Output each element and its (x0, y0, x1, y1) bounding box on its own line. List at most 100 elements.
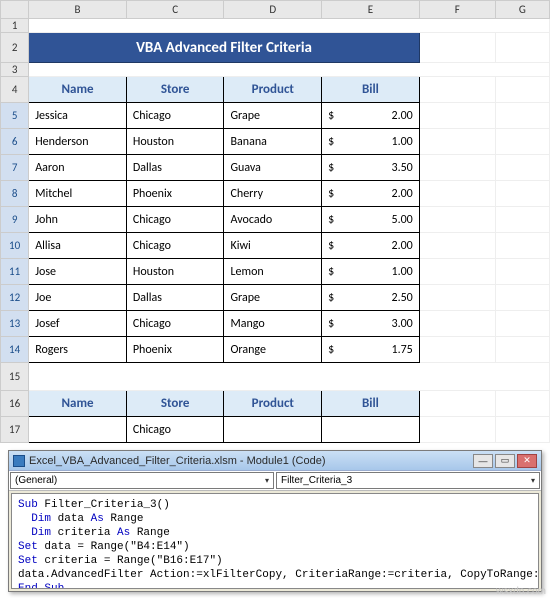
row-header[interactable]: 15 (1, 363, 29, 391)
col-header[interactable]: G (495, 1, 549, 19)
cell[interactable] (29, 363, 550, 391)
cell[interactable] (419, 337, 495, 363)
cell[interactable] (419, 417, 495, 443)
cell[interactable] (419, 285, 495, 311)
table-cell-store[interactable]: Chicago (126, 207, 224, 233)
table-cell-bill[interactable]: $1.00 (322, 129, 420, 155)
table-cell-bill[interactable]: $5.00 (322, 207, 420, 233)
table-cell-product[interactable]: Guava (224, 155, 322, 181)
row-header[interactable]: 7 (1, 155, 29, 181)
table-cell-name[interactable]: Mitchel (29, 181, 127, 207)
minimize-button[interactable]: — (473, 454, 493, 468)
cell[interactable] (29, 63, 550, 77)
row-header[interactable]: 16 (1, 391, 29, 417)
cell[interactable] (495, 33, 549, 63)
maximize-button[interactable]: ▭ (495, 454, 515, 468)
cell[interactable] (495, 77, 549, 103)
row-header[interactable]: 13 (1, 311, 29, 337)
code-editor[interactable]: Sub Filter_Criteria_3() Dim data As Rang… (11, 493, 539, 589)
row-header[interactable]: 17 (1, 417, 29, 443)
cell[interactable] (419, 259, 495, 285)
table-cell-product[interactable]: Grape (224, 285, 322, 311)
table-cell-name[interactable]: Aaron (29, 155, 127, 181)
cell[interactable] (419, 391, 495, 417)
table-cell-store[interactable]: Chicago (126, 311, 224, 337)
table-cell-product[interactable]: Avocado (224, 207, 322, 233)
table-cell-store[interactable]: Houston (126, 259, 224, 285)
table-cell-product[interactable]: Grape (224, 103, 322, 129)
row-header[interactable]: 12 (1, 285, 29, 311)
row-header[interactable]: 1 (1, 19, 29, 33)
spreadsheet[interactable]: B C D E F G 1 2 VBA Advanced Filter Crit… (0, 0, 550, 443)
table-cell-store[interactable]: Chicago (126, 103, 224, 129)
cell[interactable] (419, 311, 495, 337)
row-header[interactable]: 5 (1, 103, 29, 129)
criteria-cell-product[interactable] (224, 417, 322, 443)
cell[interactable] (495, 391, 549, 417)
cell[interactable] (419, 233, 495, 259)
table-cell-name[interactable]: John (29, 207, 127, 233)
table-cell-name[interactable]: Joe (29, 285, 127, 311)
cell[interactable] (419, 129, 495, 155)
criteria-cell-bill[interactable] (322, 417, 420, 443)
cell[interactable] (495, 311, 549, 337)
procedure-dropdown[interactable]: Filter_Criteria_3 ▾ (276, 472, 540, 489)
cell[interactable] (419, 181, 495, 207)
cell[interactable] (419, 103, 495, 129)
table-cell-name[interactable]: Henderson (29, 129, 127, 155)
cell[interactable] (419, 77, 495, 103)
cell[interactable] (495, 207, 549, 233)
table-cell-bill[interactable]: $3.50 (322, 155, 420, 181)
cell[interactable] (495, 155, 549, 181)
table-cell-name[interactable]: Jessica (29, 103, 127, 129)
table-cell-bill[interactable]: $2.00 (322, 103, 420, 129)
row-header[interactable]: 14 (1, 337, 29, 363)
table-cell-store[interactable]: Chicago (126, 233, 224, 259)
row-header[interactable]: 9 (1, 207, 29, 233)
table-cell-bill[interactable]: $1.75 (322, 337, 420, 363)
table-cell-store[interactable]: Dallas (126, 155, 224, 181)
table-cell-store[interactable]: Dallas (126, 285, 224, 311)
table-cell-bill[interactable]: $3.00 (322, 311, 420, 337)
table-cell-product[interactable]: Lemon (224, 259, 322, 285)
col-header[interactable]: C (126, 1, 224, 19)
cell[interactable] (495, 233, 549, 259)
criteria-cell-name[interactable] (29, 417, 127, 443)
table-cell-store[interactable]: Phoenix (126, 181, 224, 207)
cell[interactable] (495, 103, 549, 129)
table-cell-bill[interactable]: $2.00 (322, 181, 420, 207)
cell[interactable] (495, 181, 549, 207)
select-all-corner[interactable] (1, 1, 29, 19)
row-header[interactable]: 11 (1, 259, 29, 285)
row-header[interactable]: 10 (1, 233, 29, 259)
table-cell-name[interactable]: Josef (29, 311, 127, 337)
table-cell-name[interactable]: Jose (29, 259, 127, 285)
col-header[interactable]: E (322, 1, 420, 19)
vbe-titlebar[interactable]: Excel_VBA_Advanced_Filter_Criteria.xlsm … (9, 451, 541, 471)
cell[interactable] (419, 155, 495, 181)
table-cell-bill[interactable]: $1.00 (322, 259, 420, 285)
table-cell-product[interactable]: Mango (224, 311, 322, 337)
row-header[interactable]: 8 (1, 181, 29, 207)
table-cell-product[interactable]: Kiwi (224, 233, 322, 259)
table-cell-bill[interactable]: $2.00 (322, 233, 420, 259)
table-cell-name[interactable]: Allisa (29, 233, 127, 259)
table-cell-store[interactable]: Houston (126, 129, 224, 155)
col-header[interactable]: F (419, 1, 495, 19)
criteria-cell-store[interactable]: Chicago (126, 417, 224, 443)
cell[interactable] (495, 129, 549, 155)
close-button[interactable]: ✕ (517, 454, 537, 468)
cell[interactable] (419, 207, 495, 233)
row-header[interactable]: 3 (1, 63, 29, 77)
cell[interactable] (495, 259, 549, 285)
table-cell-store[interactable]: Phoenix (126, 337, 224, 363)
vbe-window[interactable]: Excel_VBA_Advanced_Filter_Criteria.xlsm … (8, 450, 542, 592)
col-header[interactable]: D (224, 1, 322, 19)
cell[interactable] (495, 285, 549, 311)
cell[interactable] (495, 417, 549, 443)
row-header[interactable]: 4 (1, 77, 29, 103)
cell[interactable] (495, 337, 549, 363)
table-cell-product[interactable]: Cherry (224, 181, 322, 207)
table-cell-bill[interactable]: $2.50 (322, 285, 420, 311)
col-header[interactable]: B (29, 1, 127, 19)
